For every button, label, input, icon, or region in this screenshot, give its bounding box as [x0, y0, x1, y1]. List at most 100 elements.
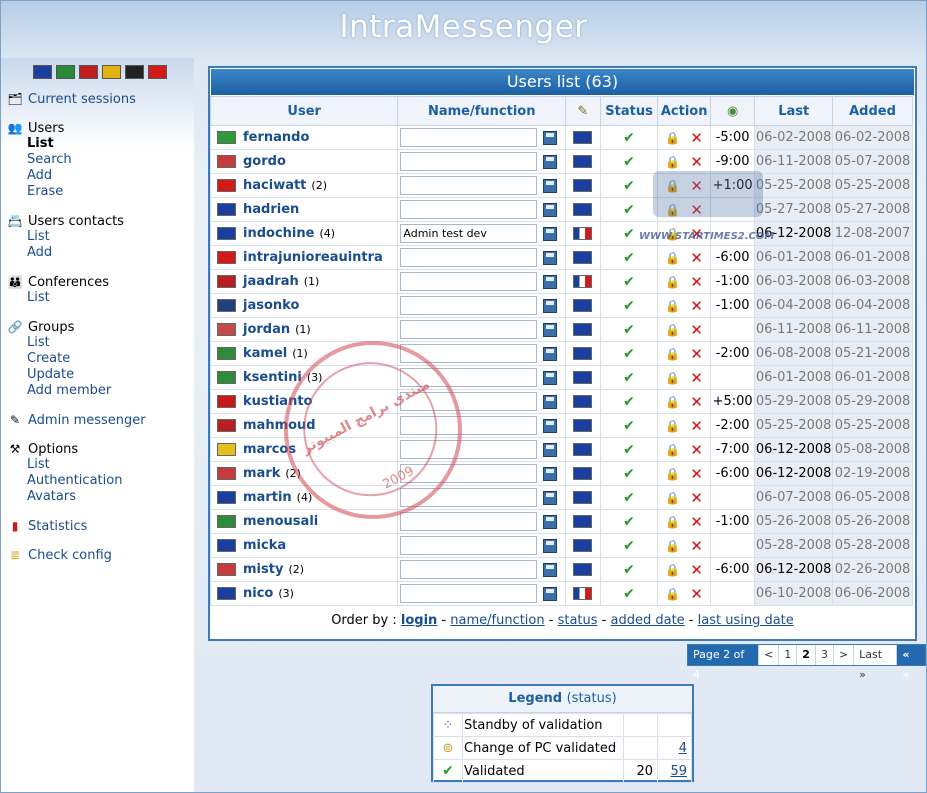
next-page-button[interactable]: >: [834, 645, 855, 665]
nav-current-sessions[interactable]: 🗂 Current sessions: [7, 91, 136, 107]
order-by-added-date[interactable]: added date: [611, 613, 685, 628]
order-by-status[interactable]: status: [558, 613, 598, 628]
language-flag-icon[interactable]: [573, 203, 593, 216]
lock-icon[interactable]: 🔒: [665, 563, 680, 577]
current-sessions-link[interactable]: Current sessions: [28, 92, 136, 107]
language-flag-icon[interactable]: [573, 323, 593, 336]
user-name-link[interactable]: kamel: [243, 346, 287, 361]
nav-statistics[interactable]: ▮ Statistics: [7, 518, 88, 534]
language-flag-icon[interactable]: [573, 419, 593, 432]
save-disk-icon[interactable]: [543, 394, 558, 409]
save-disk-icon[interactable]: [543, 130, 558, 145]
validated-check-icon[interactable]: ✔: [623, 514, 635, 530]
user-name-link[interactable]: jasonko: [243, 298, 299, 313]
delete-x-icon[interactable]: ✕: [690, 369, 703, 387]
legend-link[interactable]: 59: [670, 764, 687, 779]
name-function-input[interactable]: [400, 224, 538, 243]
de-flag[interactable]: [125, 64, 144, 79]
lock-icon[interactable]: 🔒: [665, 467, 680, 481]
options-list-link[interactable]: List: [27, 457, 122, 473]
validated-check-icon[interactable]: ✔: [623, 298, 635, 314]
page-3-button[interactable]: 3: [816, 645, 834, 665]
lock-icon[interactable]: 🔒: [665, 371, 680, 385]
validated-check-icon[interactable]: ✔: [623, 370, 635, 386]
order-by-name-function[interactable]: name/function: [450, 613, 544, 628]
lock-icon[interactable]: 🔒: [665, 491, 680, 505]
delete-x-icon[interactable]: ✕: [690, 465, 703, 483]
save-disk-icon[interactable]: [543, 346, 558, 361]
name-function-input[interactable]: [400, 536, 538, 555]
delete-x-icon[interactable]: ✕: [690, 273, 703, 291]
language-flag-icon[interactable]: [573, 371, 593, 384]
lock-icon[interactable]: 🔒: [665, 395, 680, 409]
validated-check-icon[interactable]: ✔: [623, 274, 635, 290]
lock-icon[interactable]: 🔒: [665, 539, 680, 553]
lock-icon[interactable]: 🔒: [665, 131, 680, 145]
users-search-link[interactable]: Search: [27, 152, 72, 168]
save-disk-icon[interactable]: [543, 442, 558, 457]
name-function-input[interactable]: [400, 584, 538, 603]
delete-x-icon[interactable]: ✕: [690, 489, 703, 507]
save-disk-icon[interactable]: [543, 490, 558, 505]
lock-icon[interactable]: 🔒: [665, 587, 680, 601]
groups-add-member-link[interactable]: Add member: [27, 383, 111, 399]
validated-check-icon[interactable]: ✔: [623, 418, 635, 434]
user-name-link[interactable]: jordan: [243, 322, 290, 337]
options-avatars-link[interactable]: Avatars: [27, 489, 122, 505]
language-flag-icon[interactable]: [573, 587, 593, 600]
name-function-input[interactable]: [400, 560, 538, 579]
save-disk-icon[interactable]: [543, 298, 558, 313]
save-disk-icon[interactable]: [543, 586, 558, 601]
delete-x-icon[interactable]: ✕: [690, 153, 703, 171]
nav-check-config[interactable]: ≣ Check config: [7, 547, 112, 563]
groups-update-link[interactable]: Update: [27, 367, 111, 383]
user-name-link[interactable]: fernando: [243, 130, 309, 145]
language-flag-icon[interactable]: [573, 347, 593, 360]
name-function-input[interactable]: [400, 200, 538, 219]
page-1-button[interactable]: 1: [779, 645, 798, 665]
language-flag-icon[interactable]: [573, 515, 593, 528]
user-name-link[interactable]: micka: [243, 538, 286, 553]
conferences-list-link[interactable]: List: [27, 290, 109, 306]
validated-check-icon[interactable]: ✔: [623, 250, 635, 266]
name-function-input[interactable]: [400, 176, 538, 195]
save-disk-icon[interactable]: [543, 178, 558, 193]
delete-x-icon[interactable]: ✕: [690, 345, 703, 363]
delete-x-icon[interactable]: ✕: [690, 321, 703, 339]
prev-page-button[interactable]: <: [759, 645, 780, 665]
contacts-list-link[interactable]: List: [27, 229, 124, 245]
groups-list-link[interactable]: List: [27, 335, 111, 351]
validated-check-icon[interactable]: ✔: [623, 538, 635, 554]
lock-icon[interactable]: 🔒: [665, 419, 680, 433]
validated-check-icon[interactable]: ✔: [623, 322, 635, 338]
language-flag-icon[interactable]: [573, 491, 593, 504]
name-function-input[interactable]: [400, 152, 538, 171]
delete-x-icon[interactable]: ✕: [690, 297, 703, 315]
save-disk-icon[interactable]: [543, 274, 558, 289]
lock-icon[interactable]: 🔒: [665, 443, 680, 457]
name-function-input[interactable]: [400, 128, 538, 147]
lock-icon[interactable]: 🔒: [665, 515, 680, 529]
save-disk-icon[interactable]: [543, 226, 558, 241]
language-flag-icon[interactable]: [573, 227, 593, 240]
save-disk-icon[interactable]: [543, 466, 558, 481]
name-function-input[interactable]: [400, 272, 538, 291]
statistics-link[interactable]: Statistics: [28, 519, 87, 534]
save-disk-icon[interactable]: [543, 250, 558, 265]
user-name-link[interactable]: ksentini: [243, 370, 302, 385]
user-name-link[interactable]: intrajunioreauintra: [243, 250, 383, 265]
delete-x-icon[interactable]: ✕: [690, 417, 703, 435]
language-flag-icon[interactable]: [573, 467, 593, 480]
delete-x-icon[interactable]: ✕: [690, 513, 703, 531]
validated-check-icon[interactable]: ✔: [623, 490, 635, 506]
language-flag-icon[interactable]: [573, 179, 593, 192]
save-disk-icon[interactable]: [543, 514, 558, 529]
es-flag[interactable]: [102, 64, 121, 79]
language-flag-icon[interactable]: [573, 275, 593, 288]
language-flag-icon[interactable]: [573, 251, 593, 264]
user-name-link[interactable]: misty: [243, 562, 283, 577]
user-name-link[interactable]: haciwatt: [243, 178, 306, 193]
delete-x-icon[interactable]: ✕: [690, 561, 703, 579]
language-flag-icon[interactable]: [573, 395, 593, 408]
it-flag[interactable]: [56, 64, 75, 79]
